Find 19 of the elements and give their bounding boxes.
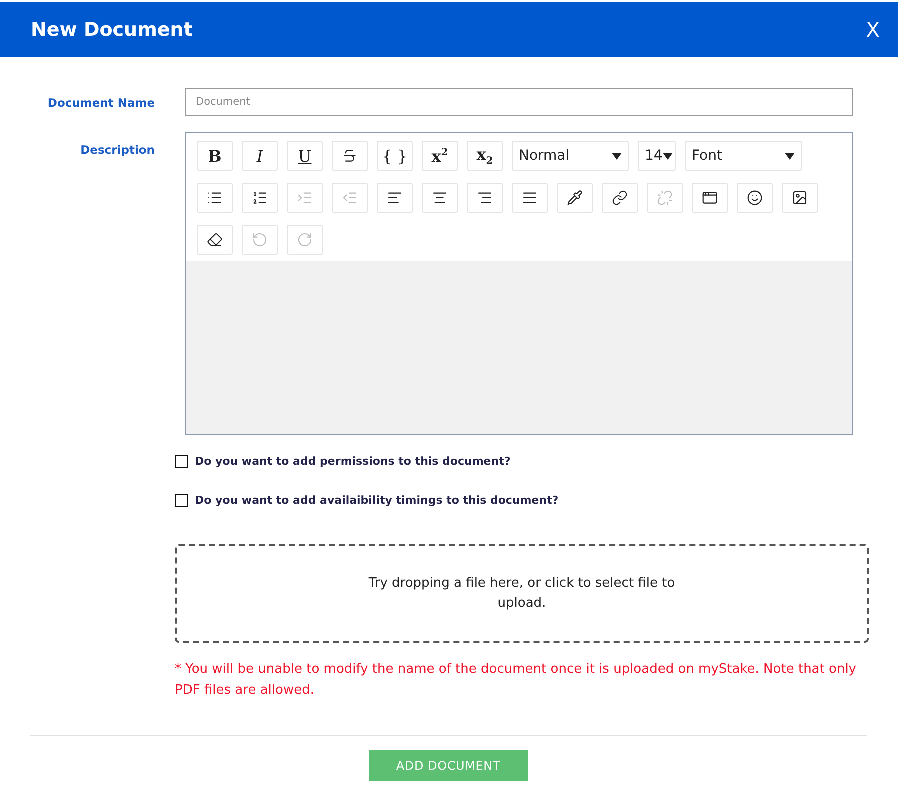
document-name-field[interactable]: Document: [185, 88, 853, 116]
dialog-title: New Document: [31, 18, 193, 40]
format-button[interactable]: I: [242, 141, 278, 171]
warning-note: * You will be unable to modify the name of the document once it is uploaded on myStake. Note that only PDF files are allowed.: [175, 661, 858, 700]
dropzone-text: Try dropping a file here, or click to select file to upload.: [368, 574, 676, 612]
checkbox-label: Do you want to add permissions to this document?: [195, 455, 511, 468]
file-dropzone[interactable]: Try dropping a file here, or click to select file to upload.: [175, 544, 869, 643]
checkbox-label: Do you want to add availaibility timings to this document?: [195, 494, 559, 507]
dropdown[interactable]: 14: [638, 141, 676, 171]
format-button[interactable]: U: [287, 141, 323, 171]
format-button[interactable]: x$^{2}$: [422, 141, 458, 171]
close-button[interactable]: X: [864, 18, 882, 42]
format-button[interactable]: { }: [377, 141, 413, 171]
format-button[interactable]: x$_{2}$: [467, 141, 503, 171]
format-button[interactable]: B: [197, 141, 233, 171]
field-label: Document Name: [46, 95, 155, 112]
dropdown[interactable]: Normal: [512, 141, 629, 171]
dropdown[interactable]: Font: [685, 141, 802, 171]
field-label: Description: [80, 142, 155, 159]
